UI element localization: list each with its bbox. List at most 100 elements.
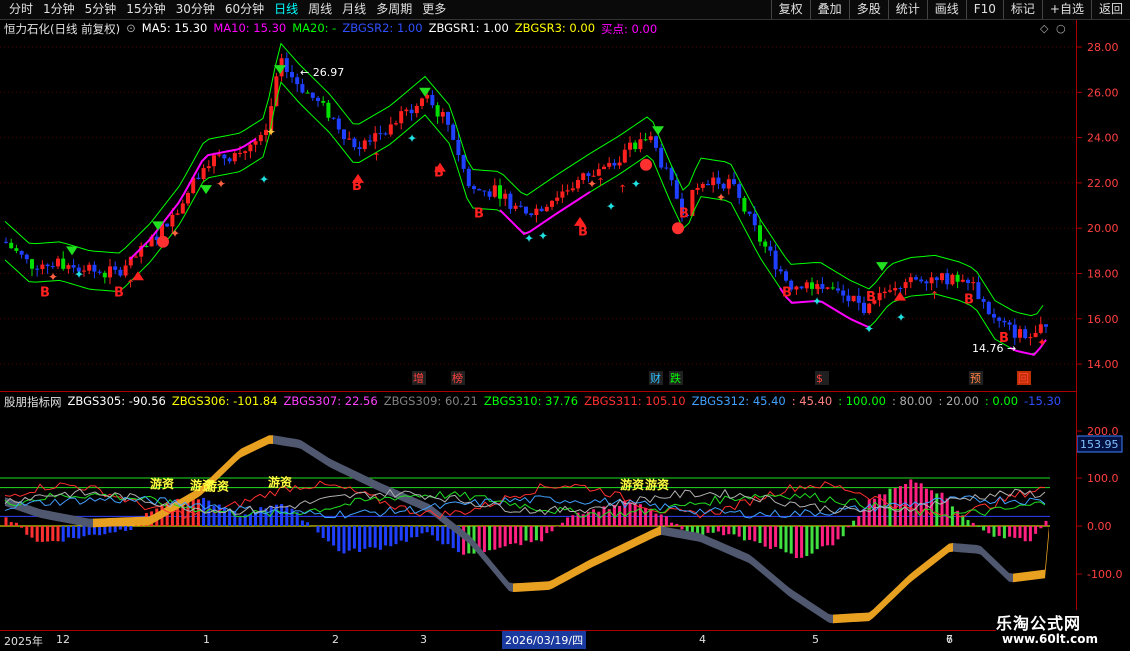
trend-ribbon xyxy=(449,519,453,531)
tab-period-4[interactable]: 30分钟 xyxy=(171,1,220,18)
tab-period-2[interactable]: 5分钟 xyxy=(80,1,122,18)
butterfly-icon: ✦ xyxy=(216,177,226,191)
trend-ribbon xyxy=(725,544,729,554)
tab-period-1[interactable]: 1分钟 xyxy=(38,1,80,18)
date-highlight: 2026/03/19/四 xyxy=(502,631,586,649)
tab-period-3[interactable]: 15分钟 xyxy=(121,1,170,18)
candle-body xyxy=(722,184,726,189)
trend-ribbon xyxy=(821,609,825,620)
trend-ribbon xyxy=(1009,573,1013,582)
histogram-bar xyxy=(556,526,559,527)
candle-body xyxy=(207,166,211,168)
diamond-icon[interactable]: ◇ xyxy=(1040,22,1048,35)
sell-triangle-icon xyxy=(274,65,286,74)
histogram-bar xyxy=(239,517,242,526)
histogram-bar xyxy=(649,509,652,526)
histogram-bar xyxy=(405,526,408,542)
tab-period-8[interactable]: 月线 xyxy=(337,1,371,18)
chevron-down-icon[interactable]: ⊙ xyxy=(126,21,136,37)
tab-period-10[interactable]: 更多 xyxy=(417,1,451,18)
histogram-bar xyxy=(1045,521,1048,526)
candle-body xyxy=(940,273,944,280)
candle-body xyxy=(14,248,18,251)
histogram-bar xyxy=(1034,526,1037,534)
trend-ribbon xyxy=(329,458,333,469)
b-signal-label: B xyxy=(866,290,876,305)
histogram-bar xyxy=(51,526,54,541)
toolbar-button-4[interactable]: 画线 xyxy=(927,0,966,19)
trend-ribbon xyxy=(485,554,489,567)
tab-period-5[interactable]: 60分钟 xyxy=(220,1,269,18)
price-label: 26.00 xyxy=(1087,86,1119,99)
trend-ribbon xyxy=(289,438,293,447)
histogram-bar xyxy=(46,526,49,541)
b-signal-label: B xyxy=(40,286,50,301)
trend-ribbon xyxy=(333,460,337,471)
histogram-bar xyxy=(551,526,554,531)
histogram-bar xyxy=(805,526,808,556)
z310-value: ZBGS310: 37.76 xyxy=(484,394,578,410)
toolbar-button-3[interactable]: 统计 xyxy=(888,0,927,19)
histogram-bar xyxy=(358,526,361,552)
tab-period-6[interactable]: 日线 xyxy=(269,1,303,18)
candlestick-chart[interactable]: ← 26.9714.76 →BBBBBBBBBBB✦✦✦✦✦✦✦✦✦✦✦✦✦✦✦… xyxy=(0,36,1076,390)
trend-ribbon xyxy=(825,612,829,623)
candle-body xyxy=(20,251,24,255)
toolbar-button-8[interactable]: 返回 xyxy=(1091,0,1130,19)
candle-body xyxy=(612,163,616,166)
histogram-bar xyxy=(733,526,736,534)
candle-body xyxy=(368,140,372,141)
trend-ribbon xyxy=(849,613,853,622)
candle-body xyxy=(758,225,762,241)
histogram-bar xyxy=(379,526,382,550)
histogram-bar xyxy=(967,520,970,526)
tab-period-7[interactable]: 周线 xyxy=(303,1,337,18)
ma-magenta-segment xyxy=(130,139,256,259)
histogram-bar xyxy=(353,526,356,549)
toolbar-button-2[interactable]: 多股 xyxy=(849,0,888,19)
candle-body xyxy=(378,133,382,134)
trend-ribbon xyxy=(61,513,65,522)
butterfly-icon: ✦ xyxy=(266,125,276,139)
capital-flow-label: 游资 xyxy=(150,476,174,491)
toolbar-button-6[interactable]: 标记 xyxy=(1003,0,1042,19)
candle-body xyxy=(586,173,590,176)
histogram-bar xyxy=(519,526,522,545)
tab-period-9[interactable]: 多周期 xyxy=(371,1,417,18)
butterfly-icon: ✦ xyxy=(524,231,534,245)
candle-body xyxy=(1044,324,1048,326)
histogram-bar xyxy=(909,479,912,526)
toolbar-button-1[interactable]: 叠加 xyxy=(810,0,849,19)
close-icon[interactable]: ○ xyxy=(1056,22,1066,35)
histogram-bar xyxy=(821,526,824,546)
trend-ribbon xyxy=(361,474,365,485)
trend-ribbon xyxy=(337,462,341,473)
b-signal-label: B xyxy=(474,206,484,221)
trend-ribbon xyxy=(709,537,713,547)
tab-period-0[interactable]: 分时 xyxy=(4,1,38,18)
sub-legend: 股朋指标网 ZBGS305: -90.56 ZBGS306: -101.84 Z… xyxy=(4,394,1061,410)
toolbar-button-7[interactable]: +自选 xyxy=(1042,0,1091,19)
candle-body xyxy=(550,201,554,207)
toolbar-button-5[interactable]: F10 xyxy=(966,0,1003,19)
trend-ribbon xyxy=(993,558,997,570)
histogram-bar xyxy=(530,526,533,542)
histogram-bar xyxy=(223,508,226,526)
trend-ribbon xyxy=(977,545,981,555)
trend-ribbon xyxy=(893,586,897,598)
trend-ribbon xyxy=(97,518,101,527)
candle-body xyxy=(992,314,996,317)
candle-body xyxy=(732,179,736,184)
toolbar-button-0[interactable]: 复权 xyxy=(771,0,810,19)
trend-ribbon xyxy=(105,518,109,527)
trend-ribbon xyxy=(697,533,701,543)
trend-ribbon xyxy=(225,460,229,472)
candle-body xyxy=(560,191,564,197)
candle-body xyxy=(649,136,653,140)
histogram-bar xyxy=(488,526,491,550)
trend-ribbon xyxy=(761,564,765,576)
histogram-bar xyxy=(20,526,23,528)
ma5-value: MA5: 15.30 xyxy=(142,21,208,37)
indicator-chart[interactable]: 游资游资游资游资游资游资 xyxy=(0,410,1076,629)
histogram-bar xyxy=(852,521,855,526)
